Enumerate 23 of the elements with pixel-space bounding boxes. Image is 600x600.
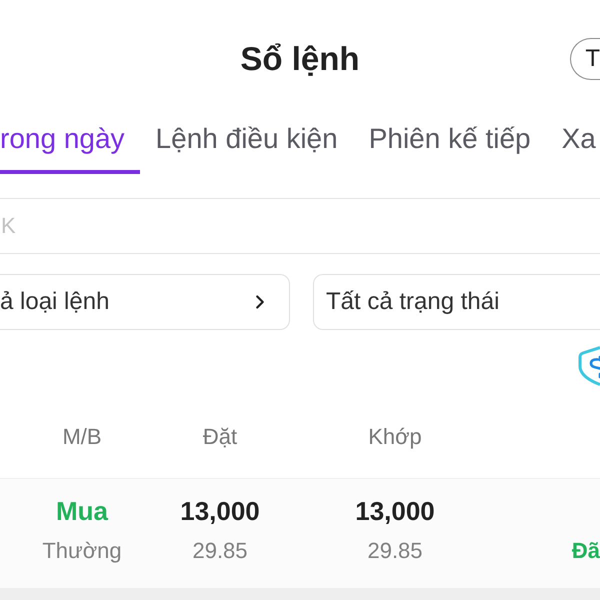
tab[interactable]: Phiên kế tiếp — [352, 118, 546, 174]
order-row[interactable]: Mua 13,000 13,000 Thường 29.85 29.85 Đã — [0, 478, 600, 588]
shield-dollar-icon[interactable] — [578, 346, 600, 386]
filter-dropdown[interactable]: Tất cả trạng thái — [313, 274, 600, 330]
column-header: Đặt — [202, 422, 238, 450]
filter-label: ả loại lệnh — [0, 287, 110, 317]
tab[interactable]: rong ngày — [0, 118, 140, 174]
column-header: Khớp — [368, 422, 422, 451]
filter-dropdown[interactable]: ả loại lệnh — [0, 274, 290, 330]
matched-price-cell-text: 29.85 — [367, 537, 423, 565]
placed-quantity-cell: 13,000 — [180, 495, 260, 527]
placed-price-cell-text: 29.85 — [192, 537, 248, 565]
tab[interactable]: Lệnh điều kiện — [140, 118, 353, 174]
search-field[interactable]: K — [0, 198, 600, 254]
tab[interactable]: Xa — [546, 118, 596, 174]
header-button[interactable]: T — [570, 38, 600, 80]
column-header: M/B — [62, 422, 102, 450]
side-cell: Mua — [56, 495, 108, 527]
filter-label: Tất cả trạng thái — [326, 287, 500, 317]
status-cell-text: Đã — [572, 537, 600, 565]
order-type-cell-text: Thường — [42, 537, 122, 565]
matched-quantity-cell: 13,000 — [355, 495, 435, 527]
page-title: Sổ lệnh — [240, 39, 360, 79]
